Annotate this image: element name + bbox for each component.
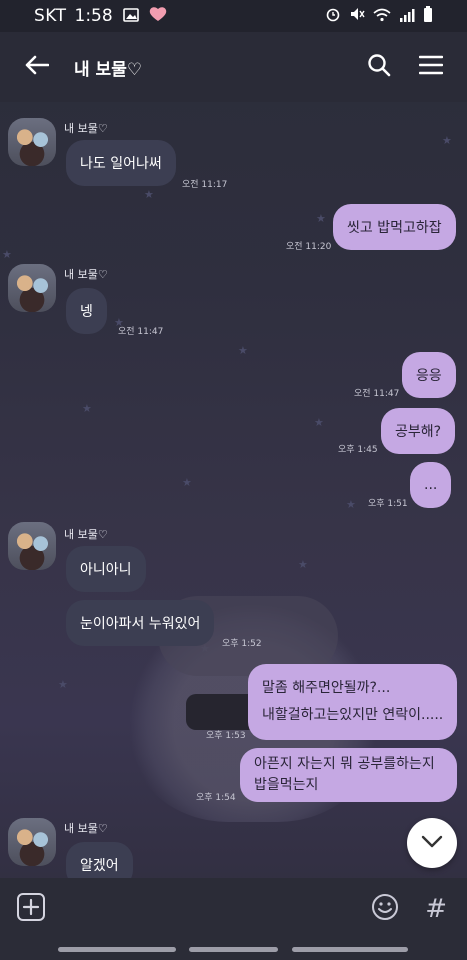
- hamburger-menu-icon: [418, 55, 444, 79]
- sender-name: 내 보물♡: [64, 268, 108, 281]
- message-bubble[interactable]: 알겠어: [66, 842, 133, 878]
- avatar[interactable]: [8, 522, 56, 570]
- message-text: 씻고 밥먹고하잡: [347, 220, 442, 236]
- message-text: 넹: [80, 304, 93, 320]
- menu-button[interactable]: [405, 32, 457, 102]
- wifi-icon: [373, 7, 391, 26]
- search-icon: [367, 53, 391, 81]
- star-decoration: ★: [346, 498, 356, 511]
- battery-icon: [423, 6, 433, 26]
- chat-header: 내 보물♡: [0, 32, 467, 102]
- mute-icon: [349, 6, 365, 26]
- back-button[interactable]: [0, 32, 74, 102]
- avatar[interactable]: [8, 264, 56, 312]
- nav-home-indicator[interactable]: [189, 947, 278, 952]
- message-text: ...: [424, 477, 438, 493]
- message-text: 말좀 해주면안될까?...: [262, 680, 391, 696]
- status-bar: SKT 1:58: [0, 0, 467, 32]
- message-bubble[interactable]: 공부해?: [381, 408, 456, 454]
- message-time: 오후 1:54: [196, 793, 236, 803]
- avatar[interactable]: [8, 118, 56, 166]
- message-text: 응응: [416, 368, 442, 384]
- star-decoration: ★: [182, 476, 192, 489]
- system-nav-bar: [0, 940, 467, 960]
- chat-title: 내 보물♡: [74, 59, 143, 80]
- message-text: 공부해?: [395, 424, 442, 440]
- heart-icon: [149, 6, 167, 26]
- chat-area[interactable]: ★ ★ ★ ★ ★ ★ ★ ★ ★ ★ ★ ★ ★ 내 보물♡ 나도 일어나써 …: [0, 102, 467, 878]
- star-decoration: ★: [82, 402, 92, 415]
- star-decoration: ★: [316, 212, 326, 225]
- input-bar: #: [0, 878, 467, 940]
- carrier-label: SKT: [34, 6, 67, 26]
- star-decoration: ★: [314, 416, 324, 429]
- message-time: 오후 1:52: [222, 639, 262, 649]
- avatar[interactable]: [8, 818, 56, 866]
- message-text: 아니아니: [80, 562, 132, 578]
- emoji-icon[interactable]: [371, 893, 399, 925]
- message-time: 오전 11:17: [182, 180, 228, 190]
- message-text: 눈이아파서 누워있어: [80, 616, 201, 632]
- scroll-to-bottom-button[interactable]: [407, 818, 457, 868]
- chevron-down-icon: [421, 834, 443, 853]
- message-time: 오후 1:53: [206, 731, 246, 741]
- star-decoration: ★: [58, 678, 68, 691]
- sender-name: 내 보물♡: [64, 528, 108, 541]
- message-bubble[interactable]: 아니아니: [66, 546, 146, 592]
- sender-name: 내 보물♡: [64, 822, 108, 835]
- message-time: 오전 11:47: [118, 327, 164, 337]
- message-text: 내할걸하고는있지만 연락이.....: [262, 707, 444, 723]
- message-bubble[interactable]: 씻고 밥먹고하잡: [333, 204, 456, 250]
- message-bubble[interactable]: 나도 일어나써: [66, 140, 176, 186]
- clock: 1:58: [74, 6, 113, 26]
- star-decoration: ★: [238, 344, 248, 357]
- arrow-left-icon: [25, 55, 50, 79]
- star-decoration: ★: [298, 558, 308, 571]
- message-text: 아픈지 자는지 뭐 공부를하는지: [254, 756, 435, 772]
- signal-icon: [399, 7, 415, 26]
- alarm-icon: [325, 6, 341, 26]
- message-bubble[interactable]: 말좀 해주면안될까?... 내할걸하고는있지만 연락이.....: [248, 664, 457, 740]
- message-bubble[interactable]: 응응: [402, 352, 456, 398]
- plus-box-icon[interactable]: [16, 892, 46, 926]
- star-decoration: ★: [442, 134, 452, 147]
- message-text: 밥을먹는지: [254, 777, 319, 793]
- message-bubble[interactable]: 아픈지 자는지 뭐 공부를하는지 밥을먹는지: [240, 748, 457, 802]
- star-decoration: ★: [2, 248, 12, 261]
- message-time: 오전 11:20: [286, 242, 332, 252]
- message-bubble[interactable]: ...: [410, 462, 452, 508]
- message-text: 나도 일어나써: [80, 156, 162, 172]
- message-time: 오후 1:45: [338, 445, 378, 455]
- nav-back-indicator[interactable]: [292, 947, 408, 952]
- search-button[interactable]: [353, 32, 405, 102]
- message-bubble[interactable]: 눈이아파서 누워있어: [66, 600, 215, 646]
- hash-icon[interactable]: #: [425, 894, 447, 924]
- message-time: 오전 11:47: [354, 389, 400, 399]
- nav-recents-indicator[interactable]: [58, 947, 176, 952]
- message-text: 알겠어: [80, 858, 119, 874]
- message-time: 오후 1:51: [368, 499, 408, 509]
- star-decoration: ★: [144, 188, 154, 201]
- sender-name: 내 보물♡: [64, 122, 108, 135]
- message-bubble[interactable]: 넹: [66, 288, 107, 334]
- image-icon: [122, 7, 139, 26]
